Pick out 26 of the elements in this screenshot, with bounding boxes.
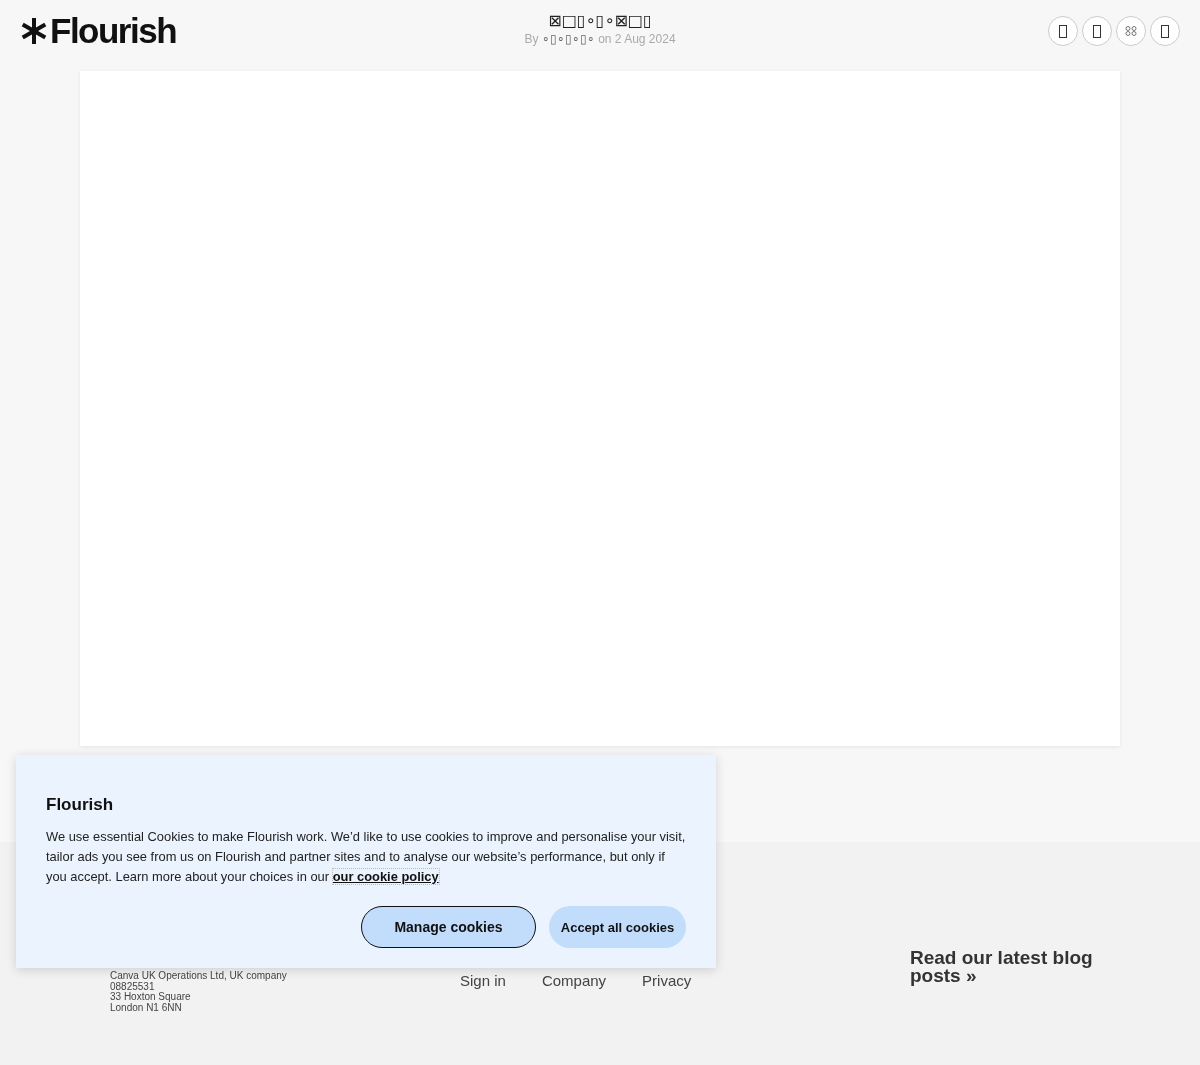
cookie-button[interactable]: Accept all cookies <box>549 906 686 948</box>
address-line: Canva UK Operations Ltd, UK company <box>110 971 288 982</box>
icon-button[interactable] <box>1150 16 1180 46</box>
footer-link[interactable]: Sign in <box>460 972 506 989</box>
cookie-notice-text: We use essential Cookies to make Flourish work. We’d like to use cookies to improve and personalise your visit, tailor ads you see from us on Flourish and partner sites and to analyse our website’s performance, but only if you accept. Learn more about your choices in our our cookie policy <box>46 828 686 886</box>
cookie-policy-link[interactable]: our cookie policy <box>332 869 439 884</box>
cookie-button[interactable]: Manage cookies <box>361 906 536 948</box>
footer-link[interactable]: Company <box>541 972 607 989</box>
cookie-banner-title: Flourish <box>46 795 115 815</box>
publish-date: on 2 Aug 2024 <box>598 32 676 46</box>
address-line: London N1 6NN <box>110 1002 182 1013</box>
missing-glyph-icon <box>1059 24 1067 38</box>
missing-glyph-icon <box>1161 24 1169 38</box>
blog-link[interactable]: Read our latest blog posts » <box>910 949 1110 985</box>
address-line: 08825531 <box>110 981 156 992</box>
icon-button[interactable] <box>1082 16 1112 46</box>
visualisation-title: ⊠□▯∘▯∘⊠□▯ <box>548 10 652 32</box>
author-name[interactable]: ∘▯∘▯∘▯∘ <box>541 32 595 46</box>
footer-link[interactable]: Privacy <box>642 972 692 989</box>
missing-glyph-icon <box>1125 25 1137 37</box>
logo-text[interactable]: Flourish <box>50 11 177 51</box>
asterisk-logo-icon <box>20 17 48 45</box>
missing-glyph-icon <box>1093 24 1101 38</box>
byline-prefix: By <box>524 32 539 46</box>
address-line: 33 Hoxton Square <box>110 992 192 1003</box>
icon-button[interactable] <box>1048 16 1078 46</box>
